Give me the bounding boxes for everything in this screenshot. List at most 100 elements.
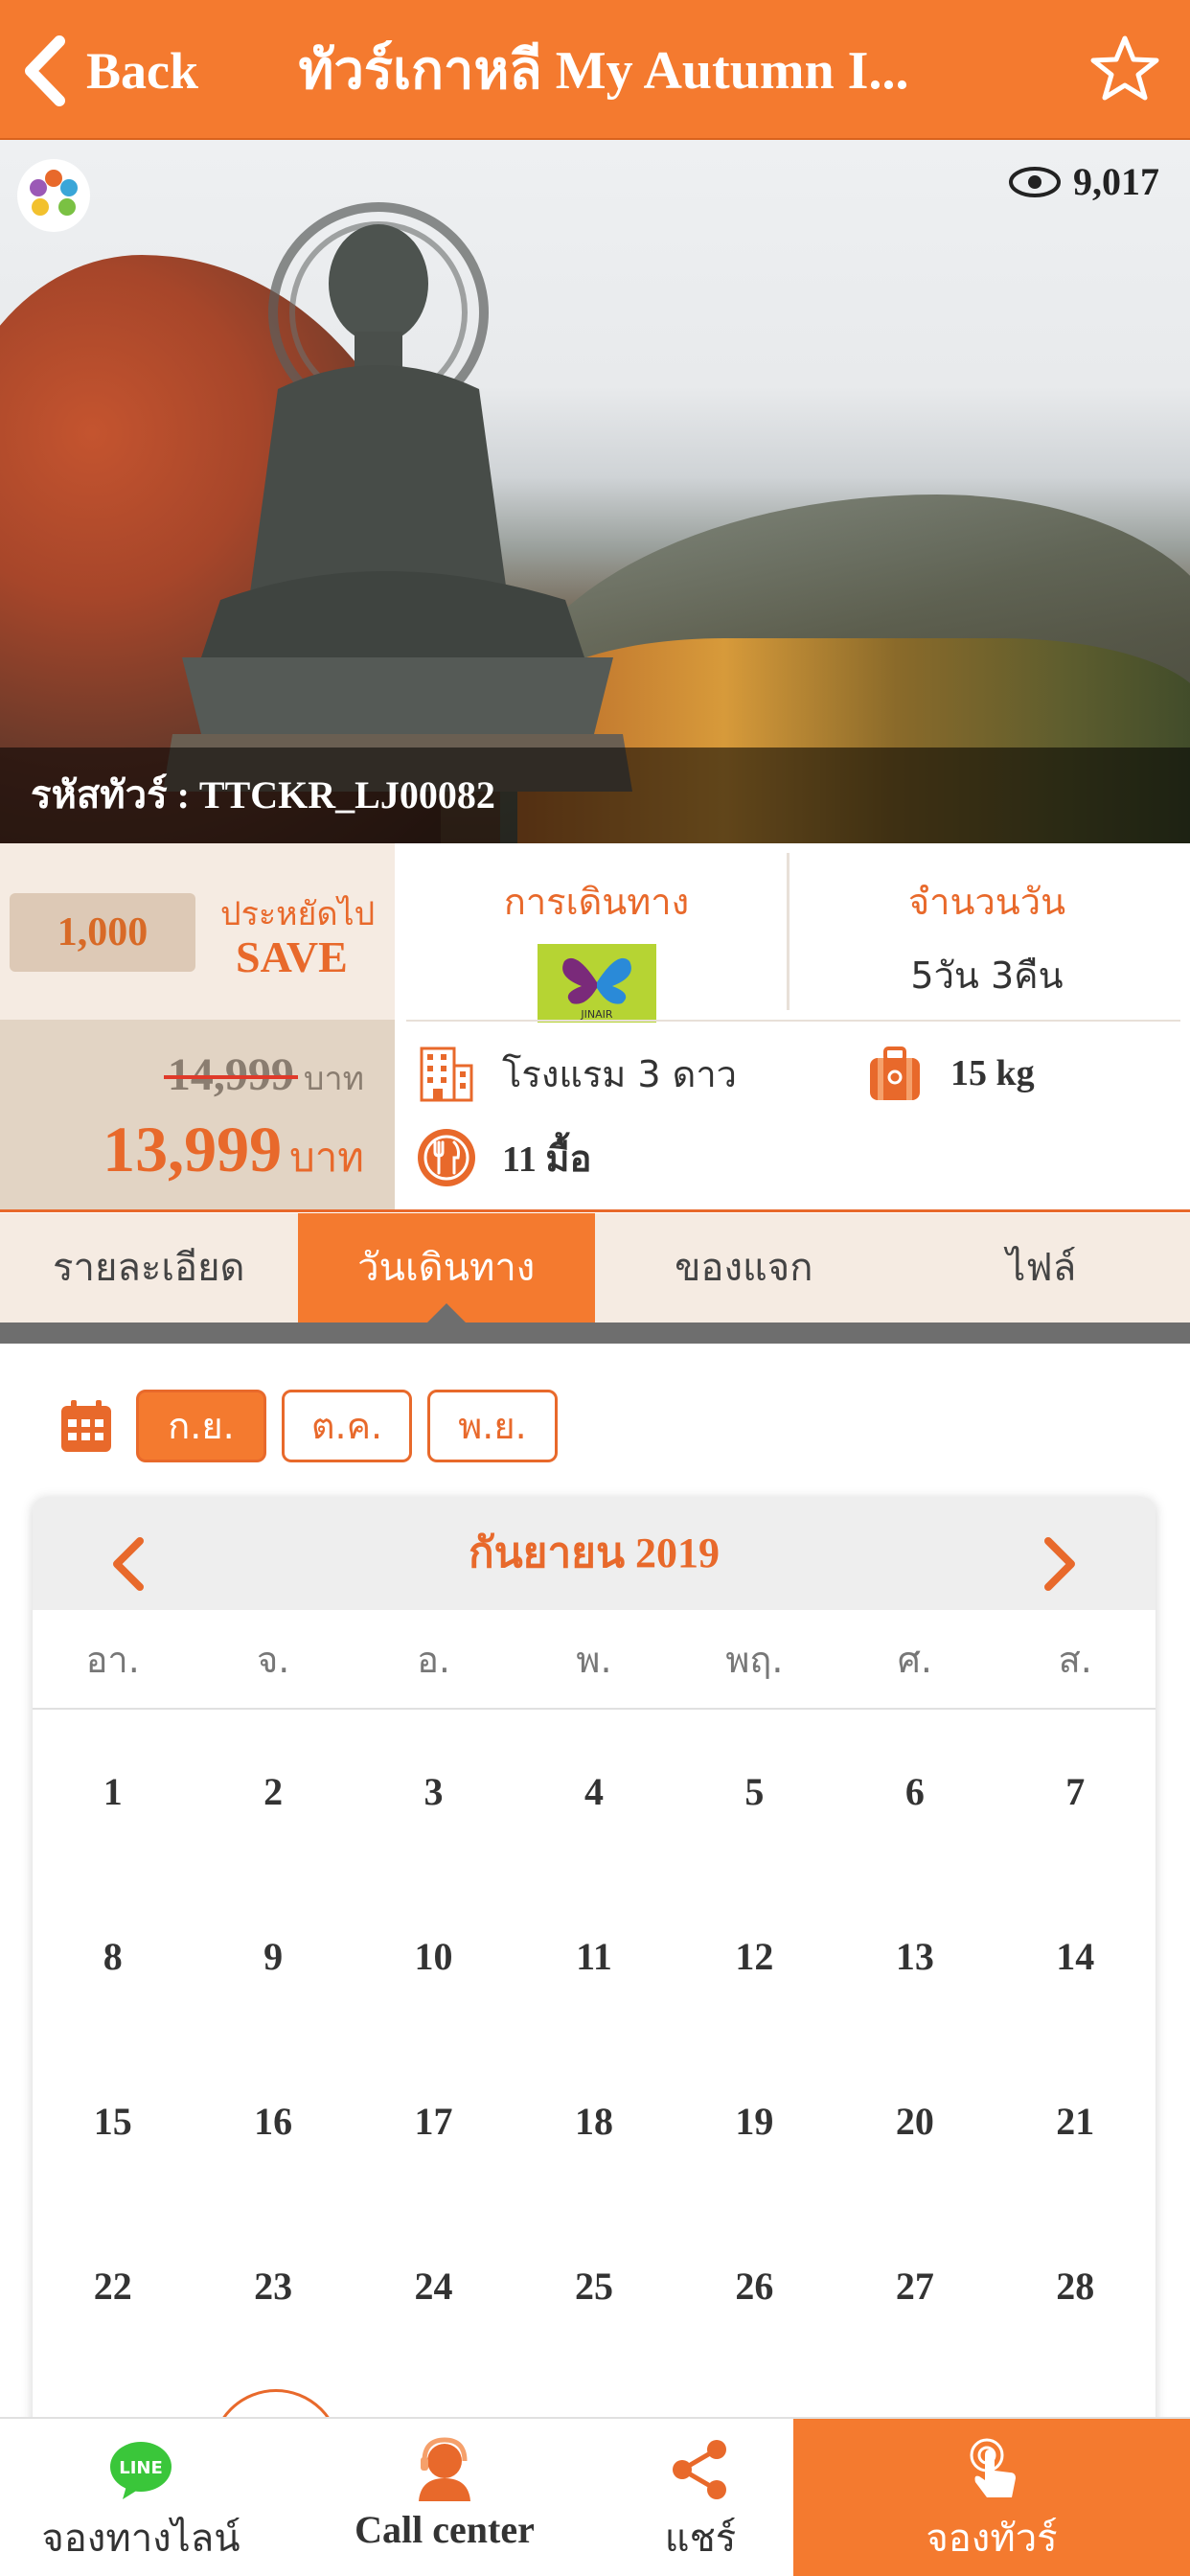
calendar-day[interactable]: 6 [835,1710,995,1874]
travel-column: การเดินทาง JINAIR [406,853,790,1023]
calendar-day[interactable]: 27 [835,2204,995,2369]
weekday-header: อา. จ. อ. พ. พฤ. ศ. ส. [33,1610,1156,1710]
chevron-right-icon[interactable] [1041,1535,1079,1593]
calendar-day[interactable]: 28 [995,2204,1156,2369]
calendar-day[interactable]: 4 [514,1710,674,1874]
calendar-day[interactable]: 9 [193,1874,353,2039]
view-counter: 9,017 [1008,159,1159,204]
price-box: 14,999 บาท 13,999 บาท [0,1020,395,1211]
month-chip-sep[interactable]: ก.ย. [136,1390,266,1462]
weekday-label: พ. [576,1639,612,1681]
baggage-text: 15 kg [950,1053,1035,1093]
calendar-day[interactable]: 3 [354,1710,514,1874]
chevron-left-icon [25,35,65,106]
calendar-day[interactable]: 16 [193,2039,353,2204]
date-calendar: กันยายน 2019 อา. จ. อ. พ. พฤ. ศ. ส. 1 2 … [33,1497,1156,2455]
calendar-header: กันยายน 2019 [33,1497,1156,1610]
tab-details[interactable]: รายละเอียด [0,1213,298,1322]
baggage-feature: 15 kg [864,1043,1035,1104]
weekday-label: จ. [256,1639,290,1681]
airline-logo: JINAIR [537,944,656,1023]
weekday-label: ศ. [897,1639,932,1681]
weekday-label: อ. [417,1639,450,1681]
call-center-button[interactable]: Call center [282,2419,607,2576]
hotel-feature: โรงแรม 3 ดาว [416,1043,737,1104]
call-center-agent-icon [419,2437,470,2501]
weekday-label: ส. [1058,1639,1092,1681]
line-chat-icon: LINE [110,2442,172,2499]
calendar-day[interactable]: 23 [193,2204,353,2369]
save-amount: 1,000 [10,893,195,972]
calendar-day[interactable]: 7 [995,1710,1156,1874]
back-button[interactable]: Back [21,29,198,113]
calendar-day[interactable]: 25 [514,2204,674,2369]
butterfly-icon: JINAIR [561,957,631,1021]
hotel-building-icon [420,1046,473,1102]
savings-box: 1,000 ประหยัดไป SAVE [0,843,395,1020]
bottom-action-bar: LINE จองทางไลน์ Call center แชร์ จองทัวร… [0,2417,1190,2576]
calendar-day[interactable]: 8 [33,1874,193,2039]
calendar-day[interactable]: 21 [995,2039,1156,2204]
company-logo [17,159,90,232]
call-center-label: Call center [355,2508,535,2551]
calendar-day[interactable]: 10 [354,1874,514,2039]
view-count: 9,017 [1073,160,1159,203]
current-price: 13,999 บาท [103,1113,364,1185]
calendar-days: 1 2 3 4 5 6 7 8 9 10 11 12 13 14 15 16 1… [33,1710,1156,2455]
book-via-line-button[interactable]: LINE จองทางไลน์ [0,2419,282,2576]
calendar-day[interactable]: 19 [675,2039,835,2204]
calendar-day[interactable]: 22 [33,2204,193,2369]
duration-value: 5วัน 3คืน [910,954,1064,997]
book-tour-button[interactable]: จองทัวร์ [793,2419,1190,2576]
weekday-label: อา. [85,1639,140,1681]
calendar-month-title: กันยายน 2019 [468,1530,721,1576]
month-chip-oct[interactable]: ต.ค. [282,1390,412,1462]
meals-text: 11 มื้อ [502,1138,592,1180]
page-title: ทัวร์เกาหลี My Autumn I... [298,41,909,101]
month-chip-nov[interactable]: พ.ย. [427,1390,558,1462]
tour-hero-image[interactable]: 9,017 รหัสทัวร์ : TTCKR_LJ00082 [0,140,1190,843]
duration-column: จำนวนวัน 5วัน 3คืน [795,853,1179,1010]
eye-icon [1009,166,1061,197]
weekday-label: พฤ. [725,1639,784,1681]
tour-info-panel: 1,000 ประหยัดไป SAVE 14,999 บาท 13,999 บาท… [0,843,1190,1212]
tab-travel-dates[interactable]: วันเดินทาง [297,1213,595,1324]
share-button[interactable]: แชร์ [607,2419,793,2576]
old-price: 14,999 บาท [167,1049,364,1100]
duration-heading: จำนวนวัน [907,881,1066,923]
tap-hand-icon [970,2438,1016,2497]
month-selector: ก.ย. ต.ค. พ.ย. [59,1390,573,1462]
calendar-day[interactable]: 1 [33,1710,193,1874]
calendar-icon [61,1400,111,1452]
calendar-day[interactable]: 11 [514,1874,674,2039]
restaurant-icon [418,1129,475,1186]
hotel-text: โรงแรม 3 ดาว [502,1052,738,1095]
line-badge-text: LINE [119,2458,163,2478]
calendar-day[interactable]: 2 [193,1710,353,1874]
calendar-day[interactable]: 26 [675,2204,835,2369]
back-label: Back [86,42,199,100]
detail-tabs: รายละเอียด วันเดินทาง ของแจก ไฟล์ [0,1213,1190,1324]
share-label: แชร์ [664,2517,737,2561]
logo-flower-icon [30,170,78,216]
calendar-day[interactable]: 5 [675,1710,835,1874]
meals-feature: 11 มื้อ [416,1127,591,1188]
share-icon [673,2440,726,2499]
calendar-day[interactable]: 14 [995,1874,1156,2039]
calendar-day[interactable]: 12 [675,1874,835,2039]
buddha-statue-image [163,202,632,792]
luggage-icon [870,1046,920,1100]
calendar-day[interactable]: 20 [835,2039,995,2204]
travel-heading: การเดินทาง [503,881,690,923]
calendar-day[interactable]: 18 [514,2039,674,2204]
tab-giveaways[interactable]: ของแจก [595,1213,893,1322]
calendar-day[interactable]: 24 [354,2204,514,2369]
line-button-label: จองทางไลน์ [41,2517,240,2561]
tab-files[interactable]: ไฟล์ [893,1213,1190,1322]
calendar-day[interactable]: 15 [33,2039,193,2204]
tour-code: รหัสทัวร์ : TTCKR_LJ00082 [0,748,1190,843]
calendar-day[interactable]: 13 [835,1874,995,2039]
book-tour-label: จองทัวร์ [926,2517,1058,2561]
calendar-day[interactable]: 17 [354,2039,514,2204]
favorite-star-icon[interactable] [1088,33,1161,105]
